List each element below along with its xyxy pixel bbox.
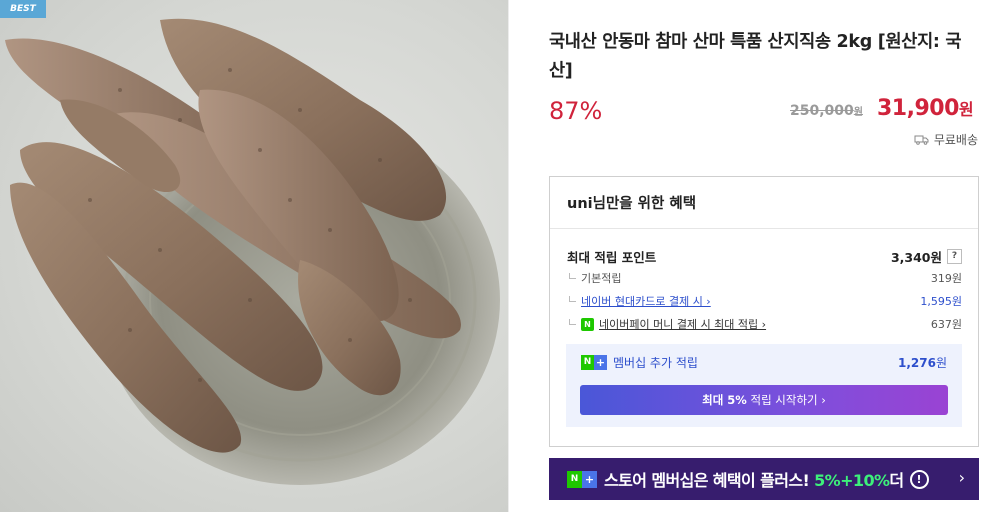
truck-icon bbox=[914, 135, 929, 145]
npay-points-row: N 네이버페이 머니 결제 시 최대 적립 › 637원 bbox=[567, 316, 962, 332]
n-badge: N bbox=[567, 470, 582, 488]
card-points-row: 네이버 현대카드로 결제 시 › 1,595원 bbox=[567, 293, 962, 309]
chevron-right-icon: › bbox=[958, 468, 965, 487]
card-points-value: 1,595원 bbox=[920, 295, 962, 308]
benefit-heading: uni님만을 위한 혜택 bbox=[550, 177, 978, 229]
npay-points-link[interactable]: 네이버페이 머니 결제 시 최대 적립 › bbox=[599, 316, 766, 332]
basic-points-label: 기본적립 bbox=[581, 272, 622, 285]
banner-text-tail: 더 bbox=[889, 471, 904, 490]
membership-panel: N + 멤버십 추가 적립 1,276원 최대 5% 적립 시작하기 › bbox=[566, 344, 962, 427]
naver-pay-icon: N bbox=[581, 317, 594, 331]
n-badge: N bbox=[581, 355, 594, 370]
naver-plus-icon: N + bbox=[567, 470, 597, 488]
start-membership-button[interactable]: 최대 5% 적립 시작하기 › bbox=[580, 385, 948, 415]
max-points-row: 최대 적립 포인트 3,340원 ? bbox=[567, 247, 962, 266]
tree-elbow-icon bbox=[569, 296, 576, 302]
tree-elbow-icon bbox=[569, 319, 576, 325]
banner-text: 스토어 멤버십은 혜택이 플러스! 5%+10%더 bbox=[604, 467, 904, 491]
column-divider bbox=[508, 0, 509, 512]
basic-points-value: 319원 bbox=[930, 272, 962, 285]
best-badge: BEST bbox=[0, 0, 46, 18]
product-title: 국내산 안동마 참마 산마 특품 산지직송 2kg [원산지: 국산] bbox=[549, 32, 962, 81]
exclamation-icon: ! bbox=[909, 469, 929, 489]
sale-price-unit: 원 bbox=[958, 100, 974, 119]
npay-points-value: 637원 bbox=[930, 318, 962, 331]
basic-points-row: 기본적립 319원 bbox=[567, 270, 962, 286]
benefit-box: uni님만을 위한 혜택 최대 적립 포인트 3,340원 ? 기본적립 319… bbox=[549, 176, 979, 447]
sale-price-value: 31,900 bbox=[877, 96, 959, 121]
membership-label: 멤버십 추가 적립 bbox=[613, 356, 698, 370]
shipping-label: 무료배송 bbox=[933, 133, 978, 147]
yam-photo-illustration bbox=[5, 18, 500, 485]
sale-price: 31,900원 bbox=[877, 96, 974, 121]
tree-elbow-icon bbox=[569, 273, 576, 279]
membership-amount: 1,276원 bbox=[898, 354, 947, 371]
plus-badge: + bbox=[594, 355, 607, 370]
card-points-link[interactable]: 네이버 현대카드로 결제 시 › bbox=[581, 293, 711, 309]
start-button-strong: 최대 5% bbox=[702, 393, 747, 407]
original-price-value: 250,000 bbox=[790, 103, 854, 119]
shipping-info: 무료배송 bbox=[914, 131, 978, 148]
naver-plus-icon: N + bbox=[581, 355, 607, 370]
product-image[interactable]: BEST bbox=[0, 0, 508, 512]
membership-value: 1,276 bbox=[897, 356, 936, 370]
max-points-label: 최대 적립 포인트 bbox=[567, 250, 657, 265]
membership-unit: 원 bbox=[935, 356, 947, 370]
membership-banner[interactable]: N + 스토어 멤버십은 혜택이 플러스! 5%+10%더 ! › bbox=[549, 458, 979, 500]
max-points-value: 3,340원 bbox=[890, 250, 942, 265]
original-price-unit: 원 bbox=[853, 107, 863, 118]
banner-text-green: 5%+10% bbox=[814, 471, 890, 490]
banner-text-main: 스토어 멤버십은 혜택이 플러스! bbox=[604, 471, 815, 490]
help-button[interactable]: ? bbox=[947, 249, 962, 264]
discount-rate: 87% bbox=[549, 97, 603, 125]
membership-row: N + 멤버십 추가 적립 1,276원 bbox=[581, 354, 947, 371]
start-button-rest: 적립 시작하기 › bbox=[746, 393, 826, 407]
plus-badge: + bbox=[582, 470, 597, 488]
original-price: 250,000원 bbox=[790, 103, 863, 119]
